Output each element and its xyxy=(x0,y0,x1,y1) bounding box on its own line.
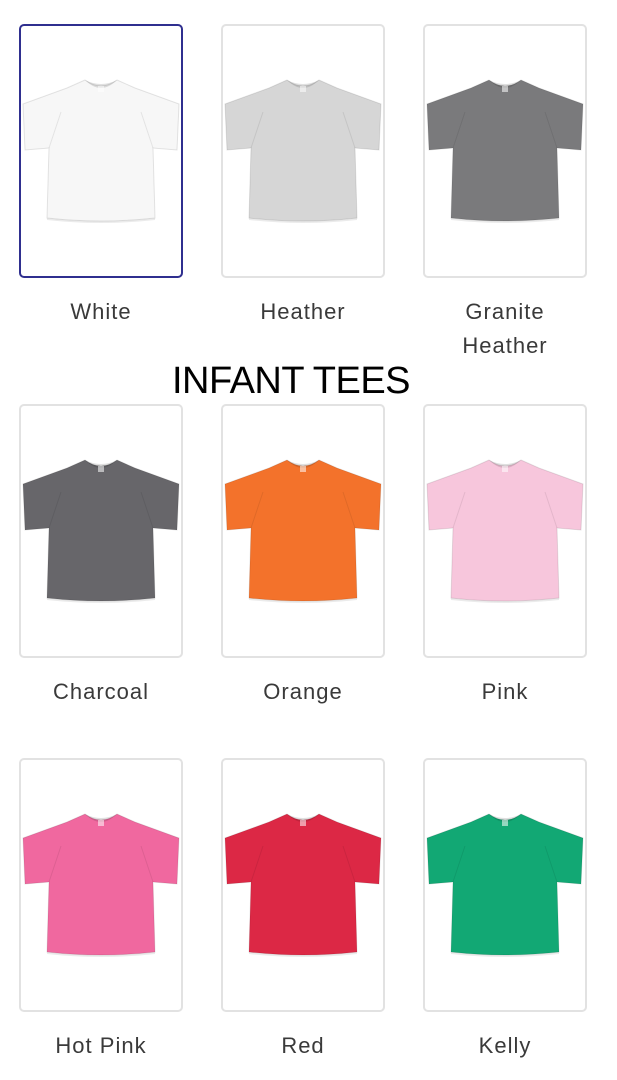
pink-tshirt-icon xyxy=(426,459,584,603)
swatch-label-granite-heather: Granite Heather xyxy=(462,299,548,358)
swatch-granite-heather[interactable] xyxy=(423,24,587,278)
swatch-heather[interactable] xyxy=(221,24,385,278)
swatch-red[interactable] xyxy=(221,758,385,1012)
swatch-label-kelly: Kelly xyxy=(478,1033,532,1058)
swatch-label-white: White xyxy=(70,299,132,324)
swatch-charcoal[interactable] xyxy=(19,404,183,658)
red-tshirt-icon xyxy=(224,813,382,957)
heather-tshirt-icon xyxy=(224,79,382,223)
section-title: INFANT TEES xyxy=(171,360,411,402)
swatch-label-orange: Orange xyxy=(263,679,343,704)
swatch-label-heather: Heather xyxy=(260,299,346,324)
swatch-orange[interactable] xyxy=(221,404,385,658)
kelly-tshirt-icon xyxy=(426,813,584,957)
white-tshirt-icon xyxy=(22,79,180,223)
orange-tshirt-icon xyxy=(224,459,382,603)
swatch-white[interactable] xyxy=(19,24,183,278)
swatch-label-red: Red xyxy=(281,1033,325,1058)
swatch-label-charcoal: Charcoal xyxy=(52,679,150,704)
swatch-label-pink: Pink xyxy=(481,679,529,704)
swatch-kelly[interactable] xyxy=(423,758,587,1012)
charcoal-tshirt-icon xyxy=(22,459,180,603)
hot-pink-tshirt-icon xyxy=(22,813,180,957)
swatch-hot-pink[interactable] xyxy=(19,758,183,1012)
swatch-label-hot-pink: Hot Pink xyxy=(55,1033,147,1058)
granite-heather-tshirt-icon xyxy=(426,79,584,223)
swatch-pink[interactable] xyxy=(423,404,587,658)
